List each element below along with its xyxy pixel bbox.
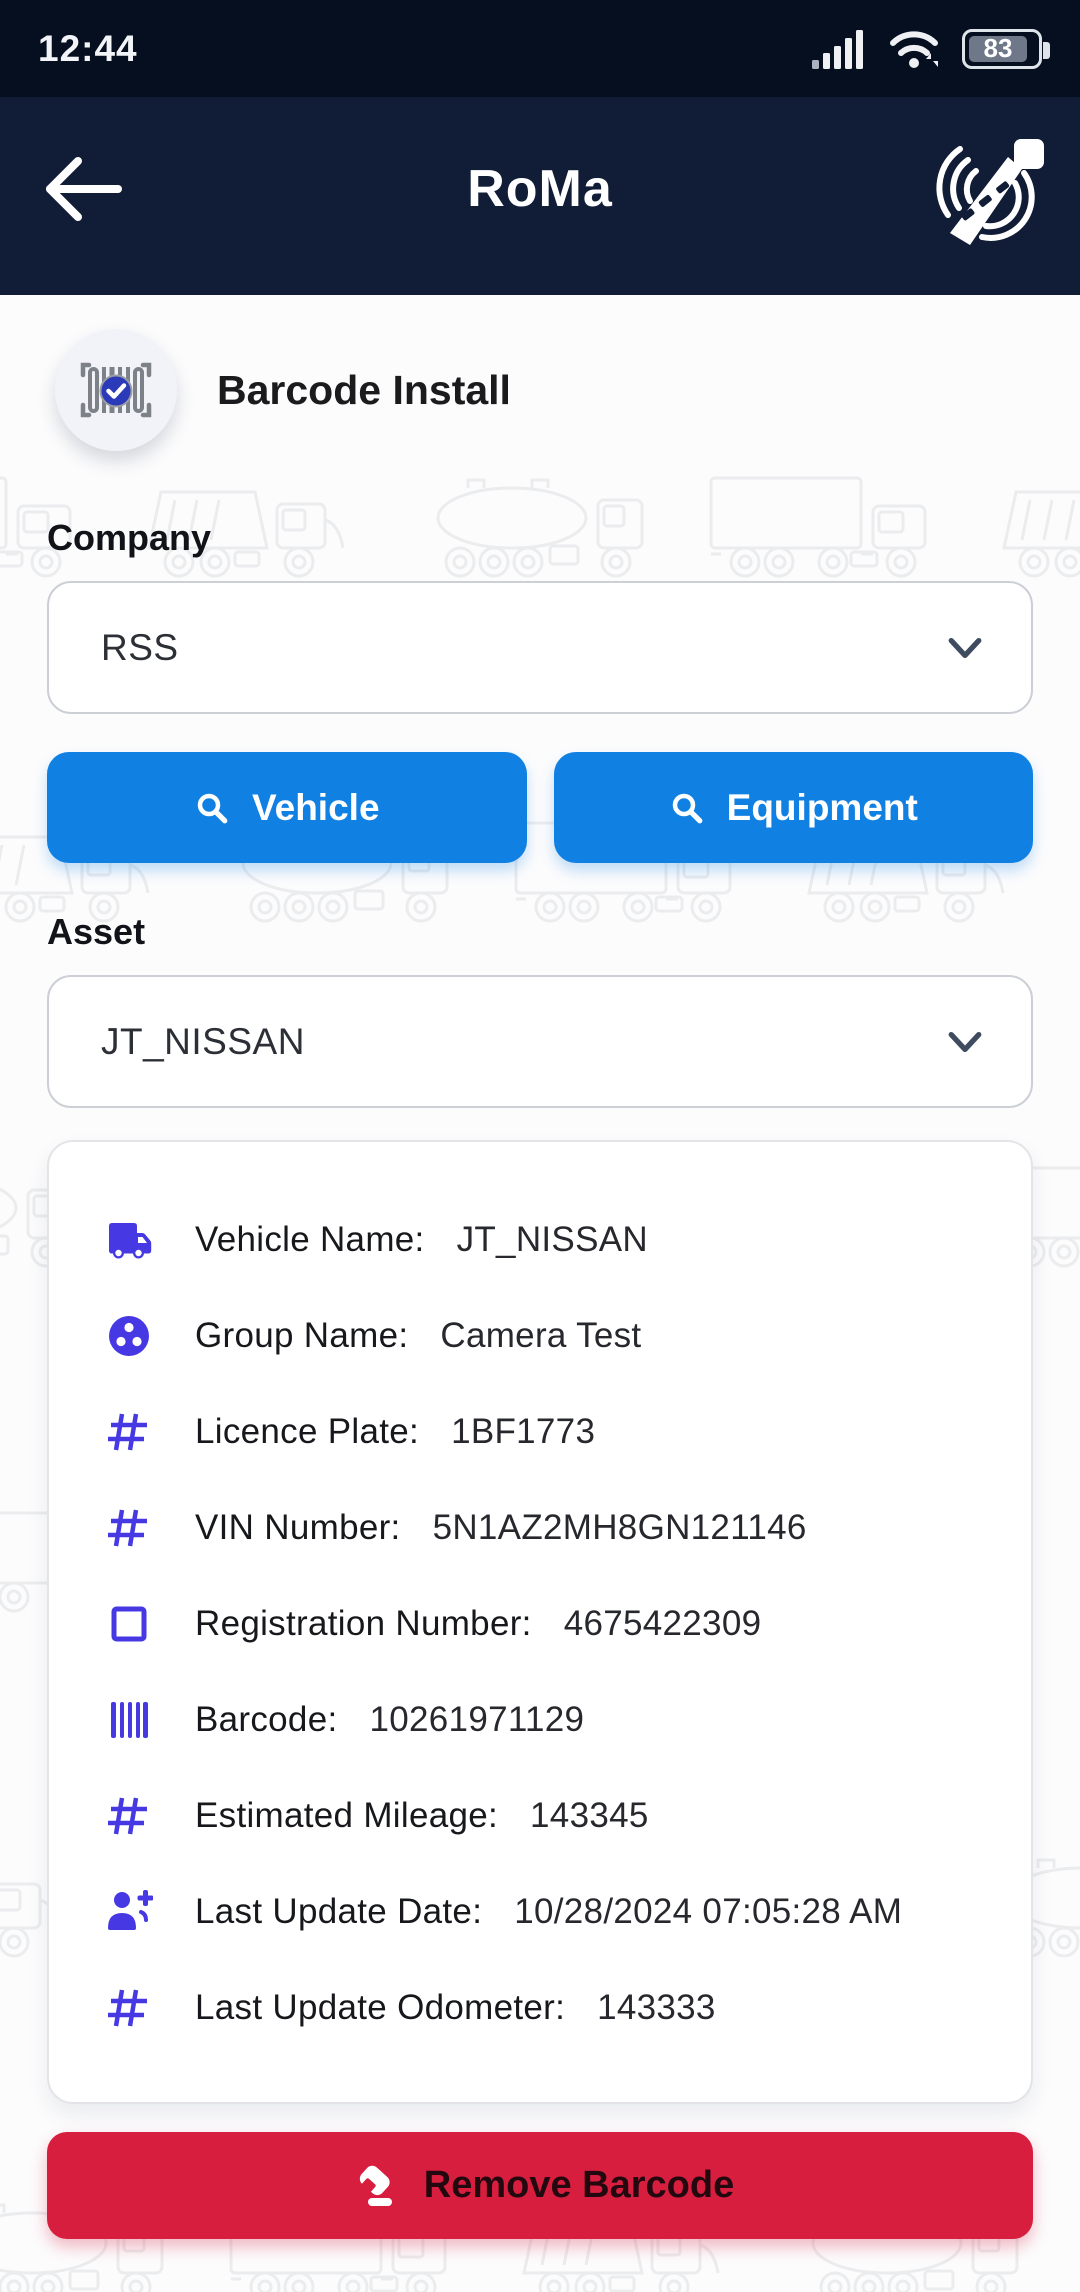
chevron-down-icon [947, 636, 983, 660]
remove-barcode-label: Remove Barcode [423, 2164, 735, 2206]
detail-row: Group Name: Camera Test [105, 1288, 991, 1384]
hash-icon [105, 1408, 153, 1456]
barcode-check-icon [80, 362, 152, 418]
battery-level: 83 [983, 33, 1013, 63]
detail-row: Barcode: 10261971129 [105, 1672, 991, 1768]
hash-icon [105, 1504, 153, 1552]
detail-row-label: Licence Plate: [195, 1412, 420, 1451]
detail-row-value: 143333 [597, 1988, 716, 2027]
group-icon [105, 1312, 153, 1360]
detail-row-value: 10/28/2024 07:05:28 AM [514, 1892, 903, 1931]
detail-row-label: Barcode: [195, 1700, 338, 1739]
company-label: Company [47, 517, 212, 558]
detail-row: Estimated Mileage: 143345 [105, 1768, 991, 1864]
equipment-button-label: Equipment [726, 786, 918, 828]
detail-row-label: Group Name: [195, 1316, 409, 1355]
app-title: RoMa [467, 160, 613, 218]
asset-select-value: JT_NISSAN [101, 1020, 305, 1062]
battery-icon: 83 [962, 28, 1050, 69]
page-header: Barcode Install [47, 329, 1033, 451]
detail-row: Registration Number: 4675422309 [105, 1576, 991, 1672]
clock: 12:44 [38, 27, 138, 69]
chevron-down-icon [947, 1030, 983, 1054]
signal-strength-icon [812, 29, 863, 69]
wifi-icon [890, 30, 938, 68]
asset-label: Asset [47, 911, 146, 952]
page-title: Barcode Install [217, 366, 511, 413]
detail-row-value: 10261971129 [369, 1700, 585, 1739]
hash-icon [105, 1792, 153, 1840]
detail-row-label: Registration Number: [195, 1604, 532, 1643]
detail-row-value: 143345 [530, 1796, 649, 1835]
app-bar: RoMa [0, 97, 1080, 295]
detail-row: Last Update Date: 10/28/2024 07:05:28 AM [105, 1864, 991, 1960]
detail-row-value: 4675422309 [563, 1604, 762, 1643]
vehicle-button-label: Vehicle [251, 786, 380, 828]
detail-row: Licence Plate: 1BF1773 [105, 1384, 991, 1480]
detail-row-value: 1BF1773 [451, 1412, 596, 1451]
remove-barcode-button[interactable]: Remove Barcode [47, 2132, 1033, 2239]
detail-row-value: JT_NISSAN [456, 1220, 648, 1259]
eraser-icon [359, 2165, 392, 2206]
detail-row-label: Estimated Mileage: [195, 1796, 499, 1835]
detail-row-label: Last Update Odometer: [195, 1988, 566, 2027]
barcode-install-badge [55, 329, 177, 451]
person-add-icon [105, 1888, 153, 1936]
detail-row: Vehicle Name: JT_NISSAN [105, 1192, 991, 1288]
truck-icon [105, 1216, 153, 1264]
search-icon [669, 790, 705, 826]
square-icon [105, 1600, 153, 1648]
detail-row-value: 5N1AZ2MH8GN121146 [432, 1508, 807, 1547]
detail-row: VIN Number: 5N1AZ2MH8GN121146 [105, 1480, 991, 1576]
detail-row-label: VIN Number: [195, 1508, 401, 1547]
hash-icon [105, 1984, 153, 2032]
equipment-search-button[interactable]: Equipment [553, 752, 1033, 863]
status-bar: 12:44 83 [0, 0, 1080, 97]
search-icon [194, 790, 230, 826]
vehicle-search-button[interactable]: Vehicle [47, 752, 527, 863]
company-select[interactable]: RSS [47, 581, 1033, 714]
detail-row-label: Vehicle Name: [195, 1220, 425, 1259]
details-card: Vehicle Name: JT_NISSAN Group Name: Came… [47, 1140, 1033, 2104]
barcode-icon [105, 1696, 153, 1744]
detail-row: Last Update Odometer: 143333 [105, 1960, 991, 2056]
detail-row-value: Camera Test [440, 1316, 642, 1355]
asset-select[interactable]: JT_NISSAN [47, 975, 1033, 1108]
detail-row-label: Last Update Date: [195, 1892, 483, 1931]
company-select-value: RSS [101, 626, 179, 668]
roma-logo-icon [930, 127, 1050, 252]
